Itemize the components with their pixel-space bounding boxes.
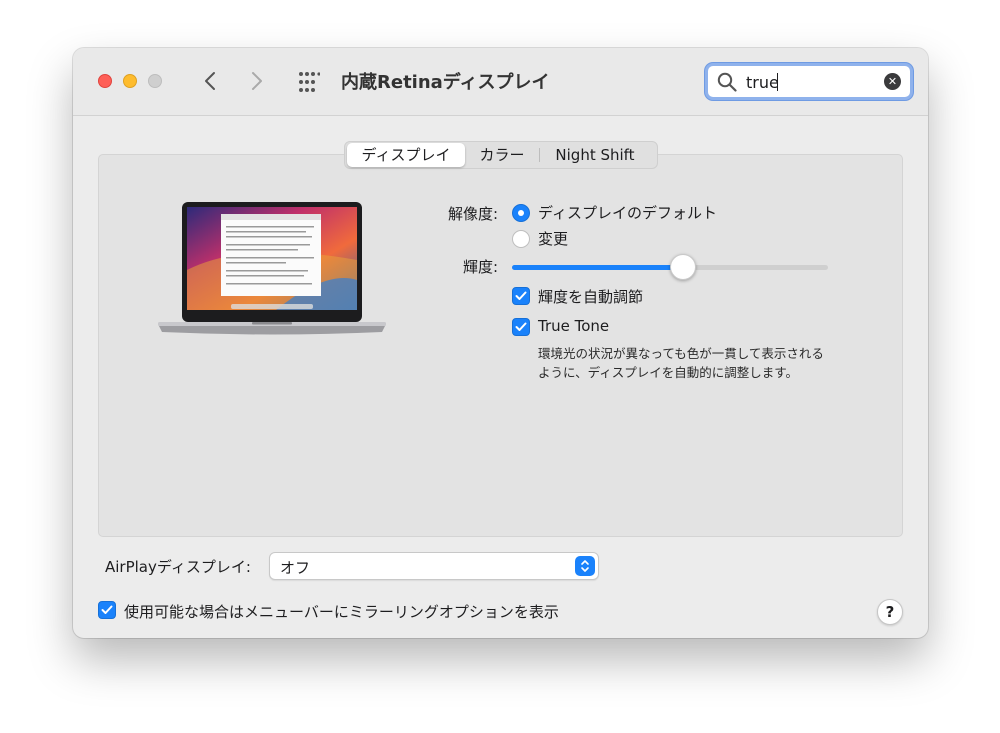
forward-button[interactable] (245, 66, 269, 96)
airplay-select[interactable]: オフ (269, 552, 599, 580)
titlebar: 内蔵Retinaディスプレイ ✕ (73, 48, 928, 116)
search-input[interactable] (746, 70, 876, 94)
tab-color[interactable]: カラー (465, 143, 539, 167)
checkmark-icon (101, 605, 113, 614)
checkmark-icon (515, 291, 527, 300)
close-button[interactable] (98, 74, 112, 88)
radio-scaled-label[interactable]: 変更 (538, 228, 568, 249)
search-icon (717, 72, 737, 92)
chevron-right-icon (252, 72, 262, 90)
updown-arrows-icon (575, 556, 595, 576)
zoom-button[interactable] (148, 74, 162, 88)
brightness-label: 輝度: (462, 258, 498, 276)
radio-default-resolution[interactable] (512, 204, 530, 222)
clear-icon[interactable]: ✕ (884, 73, 901, 90)
airplay-select-value: オフ (280, 559, 311, 577)
tab-bar: ディスプレイ カラー Night Shift (344, 141, 658, 169)
minimize-button[interactable] (123, 74, 137, 88)
chevron-left-icon (205, 72, 215, 90)
back-button[interactable] (198, 66, 222, 96)
radio-scaled-resolution[interactable] (512, 230, 530, 248)
preferences-window: 内蔵Retinaディスプレイ ✕ ディスプレイ カラー Night Shift (73, 48, 928, 638)
text-caret (777, 73, 778, 91)
mirroring-checkbox[interactable] (98, 601, 116, 619)
tab-night-shift[interactable]: Night Shift (540, 143, 650, 167)
tab-display[interactable]: ディスプレイ (347, 143, 465, 167)
help-button[interactable]: ? (877, 599, 903, 625)
resolution-label: 解像度: (447, 205, 498, 223)
window-title: 内蔵Retinaディスプレイ (341, 72, 550, 93)
radio-default-label[interactable]: ディスプレイのデフォルト (538, 202, 717, 223)
checkmark-icon (515, 322, 527, 331)
mirroring-label[interactable]: 使用可能な場合はメニューバーにミラーリングオプションを表示 (124, 601, 559, 622)
brightness-slider-fill (512, 265, 683, 270)
true-tone-description-line2: ように、ディスプレイを自動的に調整します。 (538, 365, 799, 380)
true-tone-description-line1: 環境光の状況が異なっても色が一貫して表示される (538, 346, 824, 361)
true-tone-label[interactable]: True Tone (538, 317, 609, 335)
auto-brightness-label[interactable]: 輝度を自動調節 (538, 286, 643, 307)
search-field[interactable]: ✕ (705, 63, 913, 100)
airplay-label: AirPlayディスプレイ: (105, 558, 251, 576)
true-tone-checkbox[interactable] (512, 318, 530, 336)
brightness-slider-knob[interactable] (670, 254, 696, 280)
macbook-illustration (158, 202, 386, 335)
auto-brightness-checkbox[interactable] (512, 287, 530, 305)
grid-icon[interactable] (298, 71, 320, 93)
